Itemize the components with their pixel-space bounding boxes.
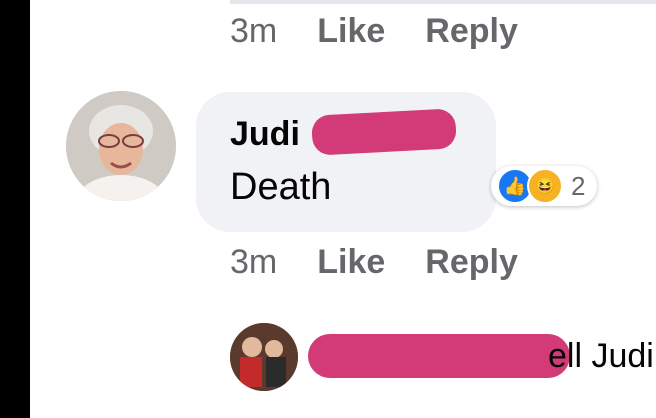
like-button[interactable]: Like [317, 243, 385, 282]
reply-button[interactable]: Reply [425, 243, 518, 282]
comment-author[interactable]: Judi [230, 115, 300, 154]
redaction-mark [308, 334, 570, 378]
avatar[interactable] [66, 91, 176, 201]
reply-button[interactable]: Reply [425, 12, 518, 51]
reply-preview-text[interactable]: ell Judi [548, 337, 654, 376]
comment-text: Death [230, 166, 332, 208]
previous-comment-actions: 3m Like Reply [230, 12, 518, 51]
like-button[interactable]: Like [317, 12, 385, 51]
reaction-summary[interactable]: 👍 😆 2 [491, 166, 598, 206]
left-edge-bar [0, 0, 30, 418]
comment-timestamp: 3m [230, 243, 278, 281]
redaction-mark [311, 108, 457, 156]
previous-comment-divider [230, 0, 656, 4]
reaction-count: 2 [571, 170, 586, 201]
haha-reaction-icon: 😆 [527, 168, 563, 204]
reply-avatar[interactable] [230, 323, 298, 391]
reply-profile-photo [230, 323, 298, 391]
comment-actions: 3m Like Reply [230, 243, 518, 282]
profile-photo [66, 91, 176, 201]
comment-timestamp: 3m [230, 12, 278, 50]
